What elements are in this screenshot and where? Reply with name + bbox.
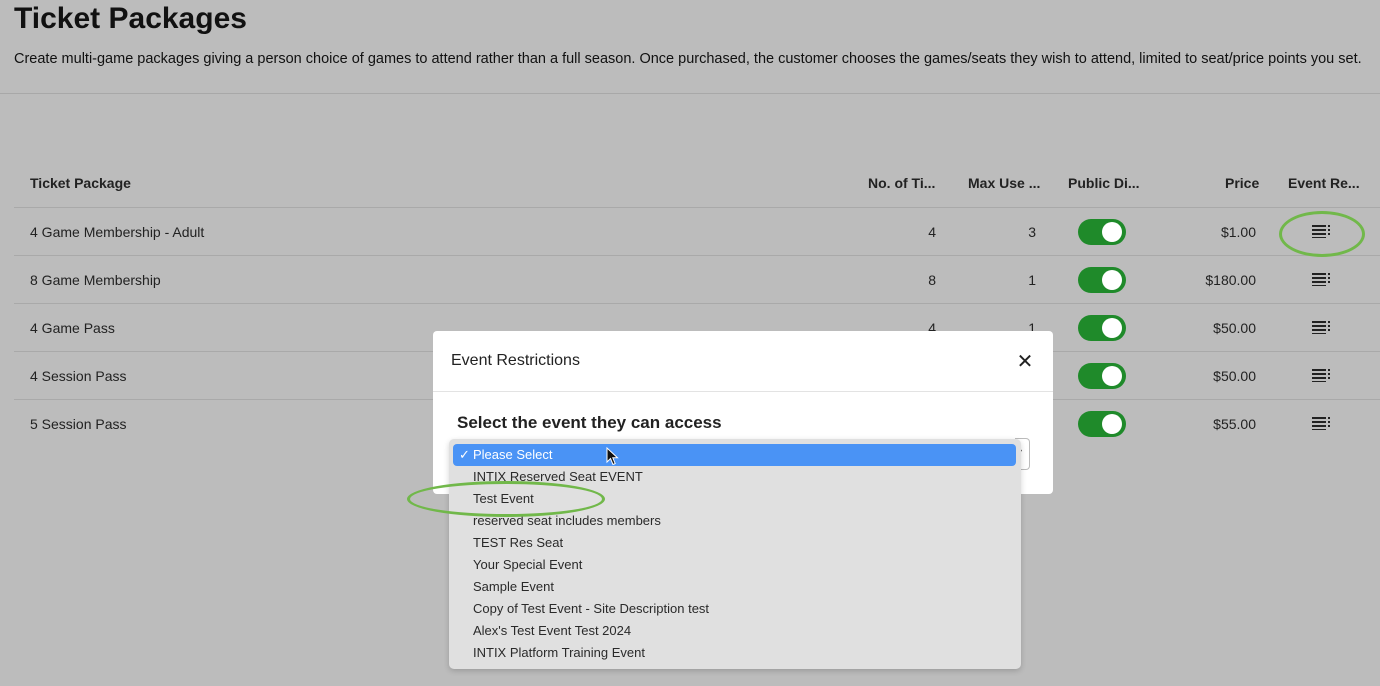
toggle-knob — [1102, 222, 1122, 242]
dropdown-option[interactable]: Sample Event — [473, 576, 554, 598]
dropdown-option[interactable]: INTIX Reserved Seat EVENT — [473, 466, 643, 488]
public-display-toggle[interactable] — [1078, 267, 1126, 293]
package-name: 5 Session Pass — [30, 416, 127, 432]
table-header: Ticket Package No. of Ti... Max Use ... … — [14, 160, 1380, 208]
event-restrictions-list-icon[interactable] — [1312, 368, 1332, 382]
dropdown-option[interactable]: Alex's Test Event Test 2024 — [473, 620, 631, 642]
dropdown-option[interactable]: INTIX Platform Training Event — [473, 642, 645, 664]
event-restrictions-list-icon[interactable] — [1312, 416, 1332, 430]
event-restrictions-list-icon[interactable] — [1312, 224, 1332, 238]
package-name: 4 Session Pass — [30, 368, 127, 384]
package-price: $50.00 — [1213, 320, 1256, 336]
dropdown-option[interactable]: TEST Res Seat — [473, 532, 563, 554]
modal-title: Event Restrictions — [451, 352, 580, 369]
option-label: Please Select — [473, 447, 553, 462]
page-title: Ticket Packages — [14, 2, 247, 35]
public-display-toggle[interactable] — [1078, 315, 1126, 341]
page-description: Create multi-game packages giving a pers… — [14, 51, 1362, 67]
public-display-toggle[interactable] — [1078, 411, 1126, 437]
check-icon: ✓ — [459, 447, 470, 462]
dropdown-option-please-select[interactable]: ✓ Please Select — [453, 444, 1016, 466]
package-name: 4 Game Pass — [30, 320, 115, 336]
package-price: $1.00 — [1220, 224, 1256, 240]
dropdown-option[interactable]: Your Special Event — [473, 554, 582, 576]
mouse-cursor-icon — [606, 447, 619, 466]
dropdown-option[interactable]: reserved seat includes members — [473, 510, 661, 532]
dropdown-option[interactable]: Test Event — [473, 488, 534, 510]
package-price: $50.00 — [1213, 368, 1256, 384]
toggle-knob — [1102, 414, 1122, 434]
event-select-label: Select the event they can access — [457, 413, 722, 432]
column-header-max-use[interactable]: Max Use ... — [968, 175, 1040, 191]
modal-header: Event Restrictions ✕ — [433, 331, 1053, 392]
column-header-price[interactable]: Price — [1225, 175, 1259, 191]
toggle-knob — [1102, 318, 1122, 338]
package-price: $55.00 — [1213, 416, 1256, 432]
column-header-no-of-tickets[interactable]: No. of Ti... — [868, 175, 935, 191]
table-row: 8 Game Membership 8 1 $180.00 — [14, 256, 1380, 304]
column-header-ticket-package[interactable]: Ticket Package — [30, 175, 131, 191]
max-use-count: 3 — [1028, 224, 1036, 240]
event-restrictions-list-icon[interactable] — [1312, 272, 1332, 286]
event-select-dropdown[interactable]: ✓ Please Select INTIX Reserved Seat EVEN… — [449, 439, 1021, 669]
table-row: 4 Game Membership - Adult 4 3 $1.00 — [14, 208, 1380, 256]
package-name: 8 Game Membership — [30, 272, 161, 288]
event-restrictions-list-icon[interactable] — [1312, 320, 1332, 334]
package-name: 4 Game Membership - Adult — [30, 224, 205, 240]
close-icon[interactable]: ✕ — [1016, 352, 1034, 372]
page-header: Ticket Packages Create multi-game packag… — [0, 0, 1380, 94]
tickets-count: 4 — [928, 224, 936, 240]
public-display-toggle[interactable] — [1078, 363, 1126, 389]
toggle-knob — [1102, 366, 1122, 386]
column-header-event-restrictions[interactable]: Event Re... — [1288, 175, 1360, 191]
dropdown-option[interactable]: Copy of Test Event - Site Description te… — [473, 598, 709, 620]
package-price: $180.00 — [1205, 272, 1256, 288]
max-use-count: 1 — [1028, 272, 1036, 288]
column-header-public-display[interactable]: Public Di... — [1068, 175, 1140, 191]
toggle-knob — [1102, 270, 1122, 290]
tickets-count: 8 — [928, 272, 936, 288]
public-display-toggle[interactable] — [1078, 219, 1126, 245]
